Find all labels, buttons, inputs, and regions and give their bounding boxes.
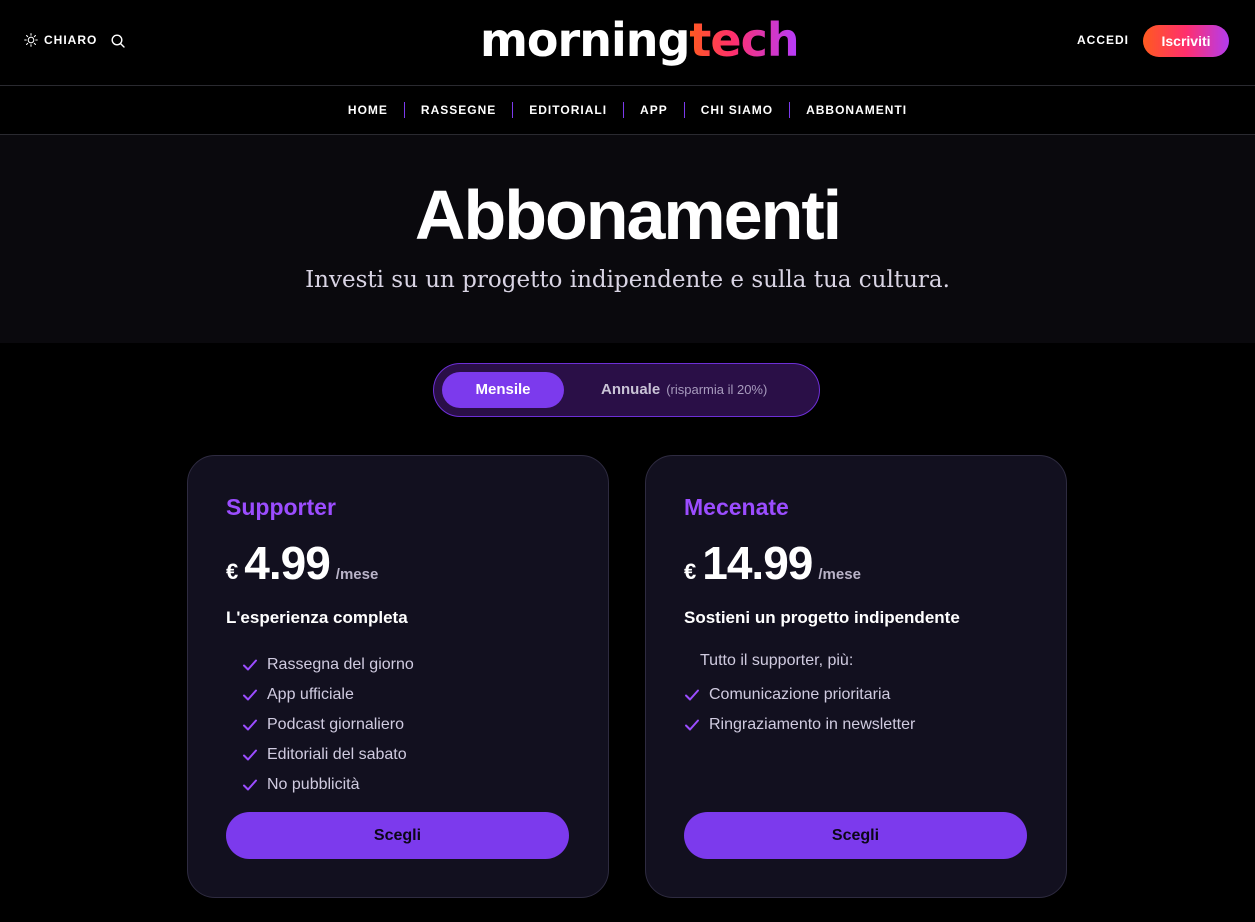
plan-tagline: Sostieni un progetto indipendente bbox=[684, 608, 960, 627]
billing-annual-note: (risparmia il 20%) bbox=[666, 382, 768, 397]
billing-annual-label: Annuale bbox=[601, 381, 661, 398]
check-icon bbox=[243, 719, 257, 731]
plan-card-supporter: Supporter € 4.99 /mese L'esperienza comp… bbox=[187, 455, 609, 898]
plan-name: Mecenate bbox=[684, 494, 789, 520]
check-icon bbox=[685, 719, 699, 731]
nav-item-editoriali[interactable]: EDITORIALI bbox=[513, 102, 623, 118]
page-subtitle: Investi su un progetto indipendente e su… bbox=[305, 267, 950, 293]
check-icon bbox=[243, 659, 257, 671]
plan-card-mecenate: Mecenate € 14.99 /mese Sostieni un proge… bbox=[645, 455, 1067, 898]
search-icon[interactable] bbox=[110, 33, 126, 49]
main-nav: HOME RASSEGNE EDITORIALI APP CHI SIAMO A… bbox=[0, 86, 1255, 135]
choose-plan-button[interactable]: Scegli bbox=[226, 812, 569, 859]
billing-period-toggle: Mensile Annuale (risparmia il 20%) bbox=[433, 363, 820, 417]
feature-label: No pubblicità bbox=[267, 776, 360, 793]
price-currency: € bbox=[684, 559, 697, 584]
check-icon bbox=[243, 779, 257, 791]
feature-list: Tutto il supporter, più: Comunicazione p… bbox=[685, 650, 915, 740]
logo[interactable]: morningtech bbox=[480, 10, 800, 70]
feature-item: No pubblicità bbox=[242, 770, 414, 800]
price-amount: 4.99 bbox=[244, 537, 331, 589]
feature-item: Editoriali del sabato bbox=[242, 740, 414, 770]
plan-tagline: L'esperienza completa bbox=[226, 608, 408, 627]
price-period: /mese bbox=[818, 566, 861, 583]
billing-option-monthly[interactable]: Mensile bbox=[442, 372, 564, 408]
nav-item-rassegne[interactable]: RASSEGNE bbox=[405, 102, 512, 118]
feature-label: Ringraziamento in newsletter bbox=[709, 716, 916, 733]
price-amount: 14.99 bbox=[702, 537, 813, 589]
check-icon bbox=[243, 749, 257, 761]
top-header: CHIARO morningtech ACCEDI Iscriviti bbox=[0, 0, 1255, 86]
feature-label: Editoriali del sabato bbox=[267, 746, 407, 763]
plan-name: Supporter bbox=[226, 494, 336, 520]
feature-list: Rassegna del giorno App ufficiale Podcas… bbox=[242, 650, 414, 800]
feature-label: Comunicazione prioritaria bbox=[709, 686, 891, 703]
feature-item: Podcast giornaliero bbox=[242, 710, 414, 740]
feature-intro: Tutto il supporter, più: bbox=[700, 652, 854, 669]
nav-item-app[interactable]: APP bbox=[624, 102, 684, 118]
feature-item: Ringraziamento in newsletter bbox=[684, 710, 915, 740]
check-icon bbox=[243, 689, 257, 701]
logo-text-tech: tech bbox=[689, 13, 799, 67]
nav-item-home[interactable]: HOME bbox=[332, 102, 404, 118]
price-period: /mese bbox=[335, 566, 379, 583]
signup-button[interactable]: Iscriviti bbox=[1143, 25, 1229, 57]
feature-item: Comunicazione prioritaria bbox=[684, 680, 915, 710]
billing-option-annual[interactable]: Annuale (risparmia il 20%) bbox=[601, 372, 767, 408]
theme-toggle[interactable]: CHIARO bbox=[24, 33, 97, 47]
hero-section: Abbonamenti Investi su un progetto indip… bbox=[0, 135, 1255, 343]
price-currency: € bbox=[226, 559, 239, 584]
page-title: Abbonamenti bbox=[414, 176, 842, 254]
nav-item-chi-siamo[interactable]: CHI SIAMO bbox=[685, 102, 789, 118]
sun-icon bbox=[24, 33, 38, 47]
feature-label: App ufficiale bbox=[267, 686, 354, 703]
feature-item: Rassegna del giorno bbox=[242, 650, 414, 680]
nav-item-abbonamenti[interactable]: ABBONAMENTI bbox=[790, 102, 923, 118]
login-link[interactable]: ACCEDI bbox=[1077, 33, 1129, 47]
logo-text-morning: morning bbox=[480, 13, 690, 67]
feature-label: Rassegna del giorno bbox=[267, 656, 414, 673]
choose-plan-button[interactable]: Scegli bbox=[684, 812, 1027, 859]
plan-price: € 14.99 /mese bbox=[684, 536, 861, 589]
plan-price: € 4.99 /mese bbox=[226, 536, 379, 589]
theme-label: CHIARO bbox=[44, 33, 98, 47]
feature-label: Podcast giornaliero bbox=[267, 716, 404, 733]
feature-item: App ufficiale bbox=[242, 680, 414, 710]
check-icon bbox=[685, 689, 699, 701]
